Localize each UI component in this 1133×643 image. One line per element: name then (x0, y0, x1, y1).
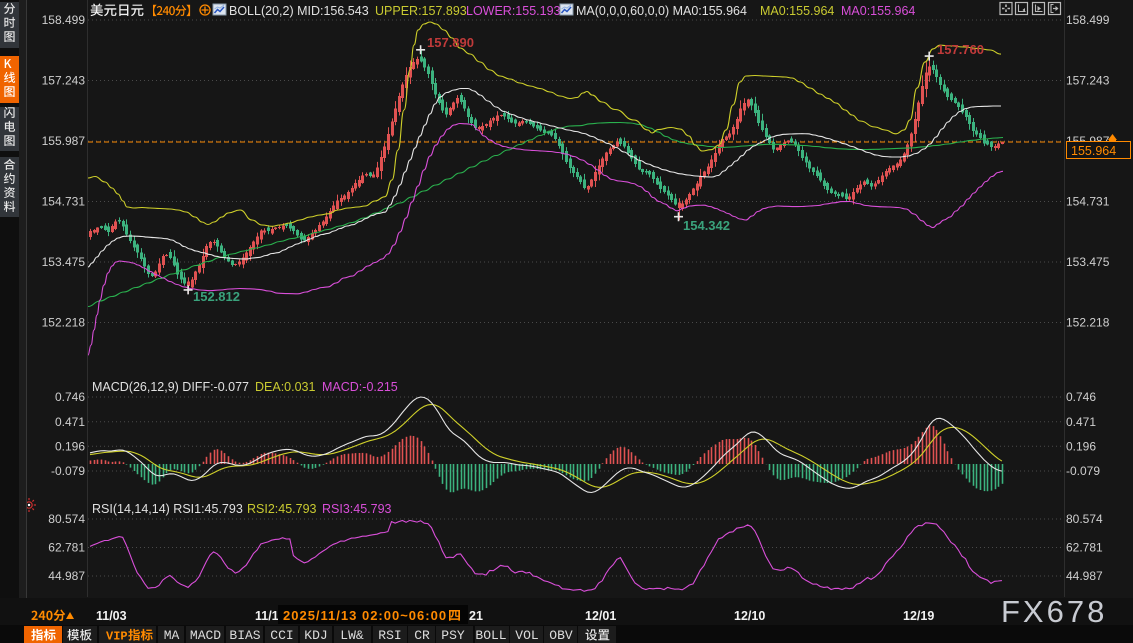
svg-text:80.574: 80.574 (1066, 512, 1103, 526)
svg-text:157.243: 157.243 (42, 74, 86, 88)
svg-text:MA(0,0,0,60,0,0) MA0:155.964: MA(0,0,0,60,0,0) MA0:155.964 (576, 4, 747, 18)
svg-text:11/03: 11/03 (96, 609, 127, 623)
svg-text:158.499: 158.499 (1066, 13, 1110, 27)
svg-text:152.218: 152.218 (42, 316, 86, 330)
svg-text:RSI3:45.793: RSI3:45.793 (322, 502, 392, 516)
svg-text:153.475: 153.475 (1066, 255, 1110, 269)
svg-text:CCI: CCI (270, 628, 293, 643)
svg-text:0.196: 0.196 (55, 440, 85, 454)
svg-text:11/1: 11/1 (255, 609, 279, 623)
svg-text:157.890: 157.890 (427, 35, 474, 50)
svg-text:RSI(14,14,14) RSI1:45.793: RSI(14,14,14) RSI1:45.793 (92, 502, 243, 516)
svg-text:157.243: 157.243 (1066, 74, 1110, 88)
svg-text:OBV: OBV (549, 628, 573, 643)
svg-text:MA0:155.964: MA0:155.964 (760, 4, 834, 18)
svg-text:PSY: PSY (441, 628, 465, 643)
svg-text:154.731: 154.731 (1066, 195, 1110, 209)
svg-text:12/10: 12/10 (734, 609, 765, 623)
svg-text:RSI2:45.793: RSI2:45.793 (247, 502, 317, 516)
svg-text:154.731: 154.731 (42, 195, 86, 209)
svg-text:BOLL(20,2) MID:156.543: BOLL(20,2) MID:156.543 (229, 4, 369, 18)
svg-text:MACD(26,12,9) DIFF:-0.077: MACD(26,12,9) DIFF:-0.077 (92, 380, 249, 394)
svg-text:44.987: 44.987 (48, 569, 85, 583)
svg-text:VOL: VOL (515, 628, 538, 643)
svg-text:MA0:155.964: MA0:155.964 (841, 4, 915, 18)
svg-text:0.471: 0.471 (1066, 415, 1096, 429)
svg-text:BIAS: BIAS (229, 628, 260, 643)
svg-text:-0.079: -0.079 (51, 464, 85, 478)
svg-text:154.342: 154.342 (683, 218, 730, 233)
svg-text:LOWER:155.193: LOWER:155.193 (466, 4, 561, 18)
svg-text:0.746: 0.746 (1066, 390, 1096, 404)
svg-text:MA: MA (164, 628, 180, 643)
svg-text:CR: CR (414, 628, 430, 643)
svg-text:152.812: 152.812 (193, 289, 240, 304)
svg-text:-0.079: -0.079 (1066, 464, 1100, 478)
svg-text:155.987: 155.987 (42, 134, 86, 148)
svg-text:153.475: 153.475 (42, 255, 86, 269)
svg-text:80.574: 80.574 (48, 512, 85, 526)
svg-text:152.218: 152.218 (1066, 316, 1110, 330)
svg-text:158.499: 158.499 (42, 13, 86, 27)
svg-text:62.781: 62.781 (48, 541, 85, 555)
svg-text:MACD:-0.215: MACD:-0.215 (322, 380, 398, 394)
svg-text:157.760: 157.760 (937, 42, 984, 57)
svg-text:12/19: 12/19 (903, 609, 934, 623)
svg-text:21: 21 (469, 609, 483, 623)
svg-text:0.746: 0.746 (55, 390, 85, 404)
svg-text:MACD: MACD (190, 628, 221, 643)
svg-text:0.471: 0.471 (55, 415, 85, 429)
svg-text:12/01: 12/01 (585, 609, 616, 623)
svg-text:0.196: 0.196 (1066, 440, 1096, 454)
svg-text:2025/11/13 02:00~06:00: 2025/11/13 02:00~06:00 (283, 608, 447, 623)
svg-text:UPPER:157.893: UPPER:157.893 (375, 4, 467, 18)
svg-text:FX678: FX678 (1001, 594, 1107, 629)
svg-text:62.781: 62.781 (1066, 541, 1103, 555)
svg-text:44.987: 44.987 (1066, 569, 1103, 583)
svg-text:BOLL: BOLL (475, 628, 506, 643)
svg-text:KDJ: KDJ (304, 628, 327, 643)
svg-text:VIP: VIP (106, 630, 128, 643)
svg-text:LW&: LW& (340, 628, 364, 643)
svg-text:155.964: 155.964 (1071, 144, 1116, 158)
svg-text:RSI: RSI (378, 628, 401, 643)
svg-text:DEA:0.031: DEA:0.031 (255, 380, 316, 394)
